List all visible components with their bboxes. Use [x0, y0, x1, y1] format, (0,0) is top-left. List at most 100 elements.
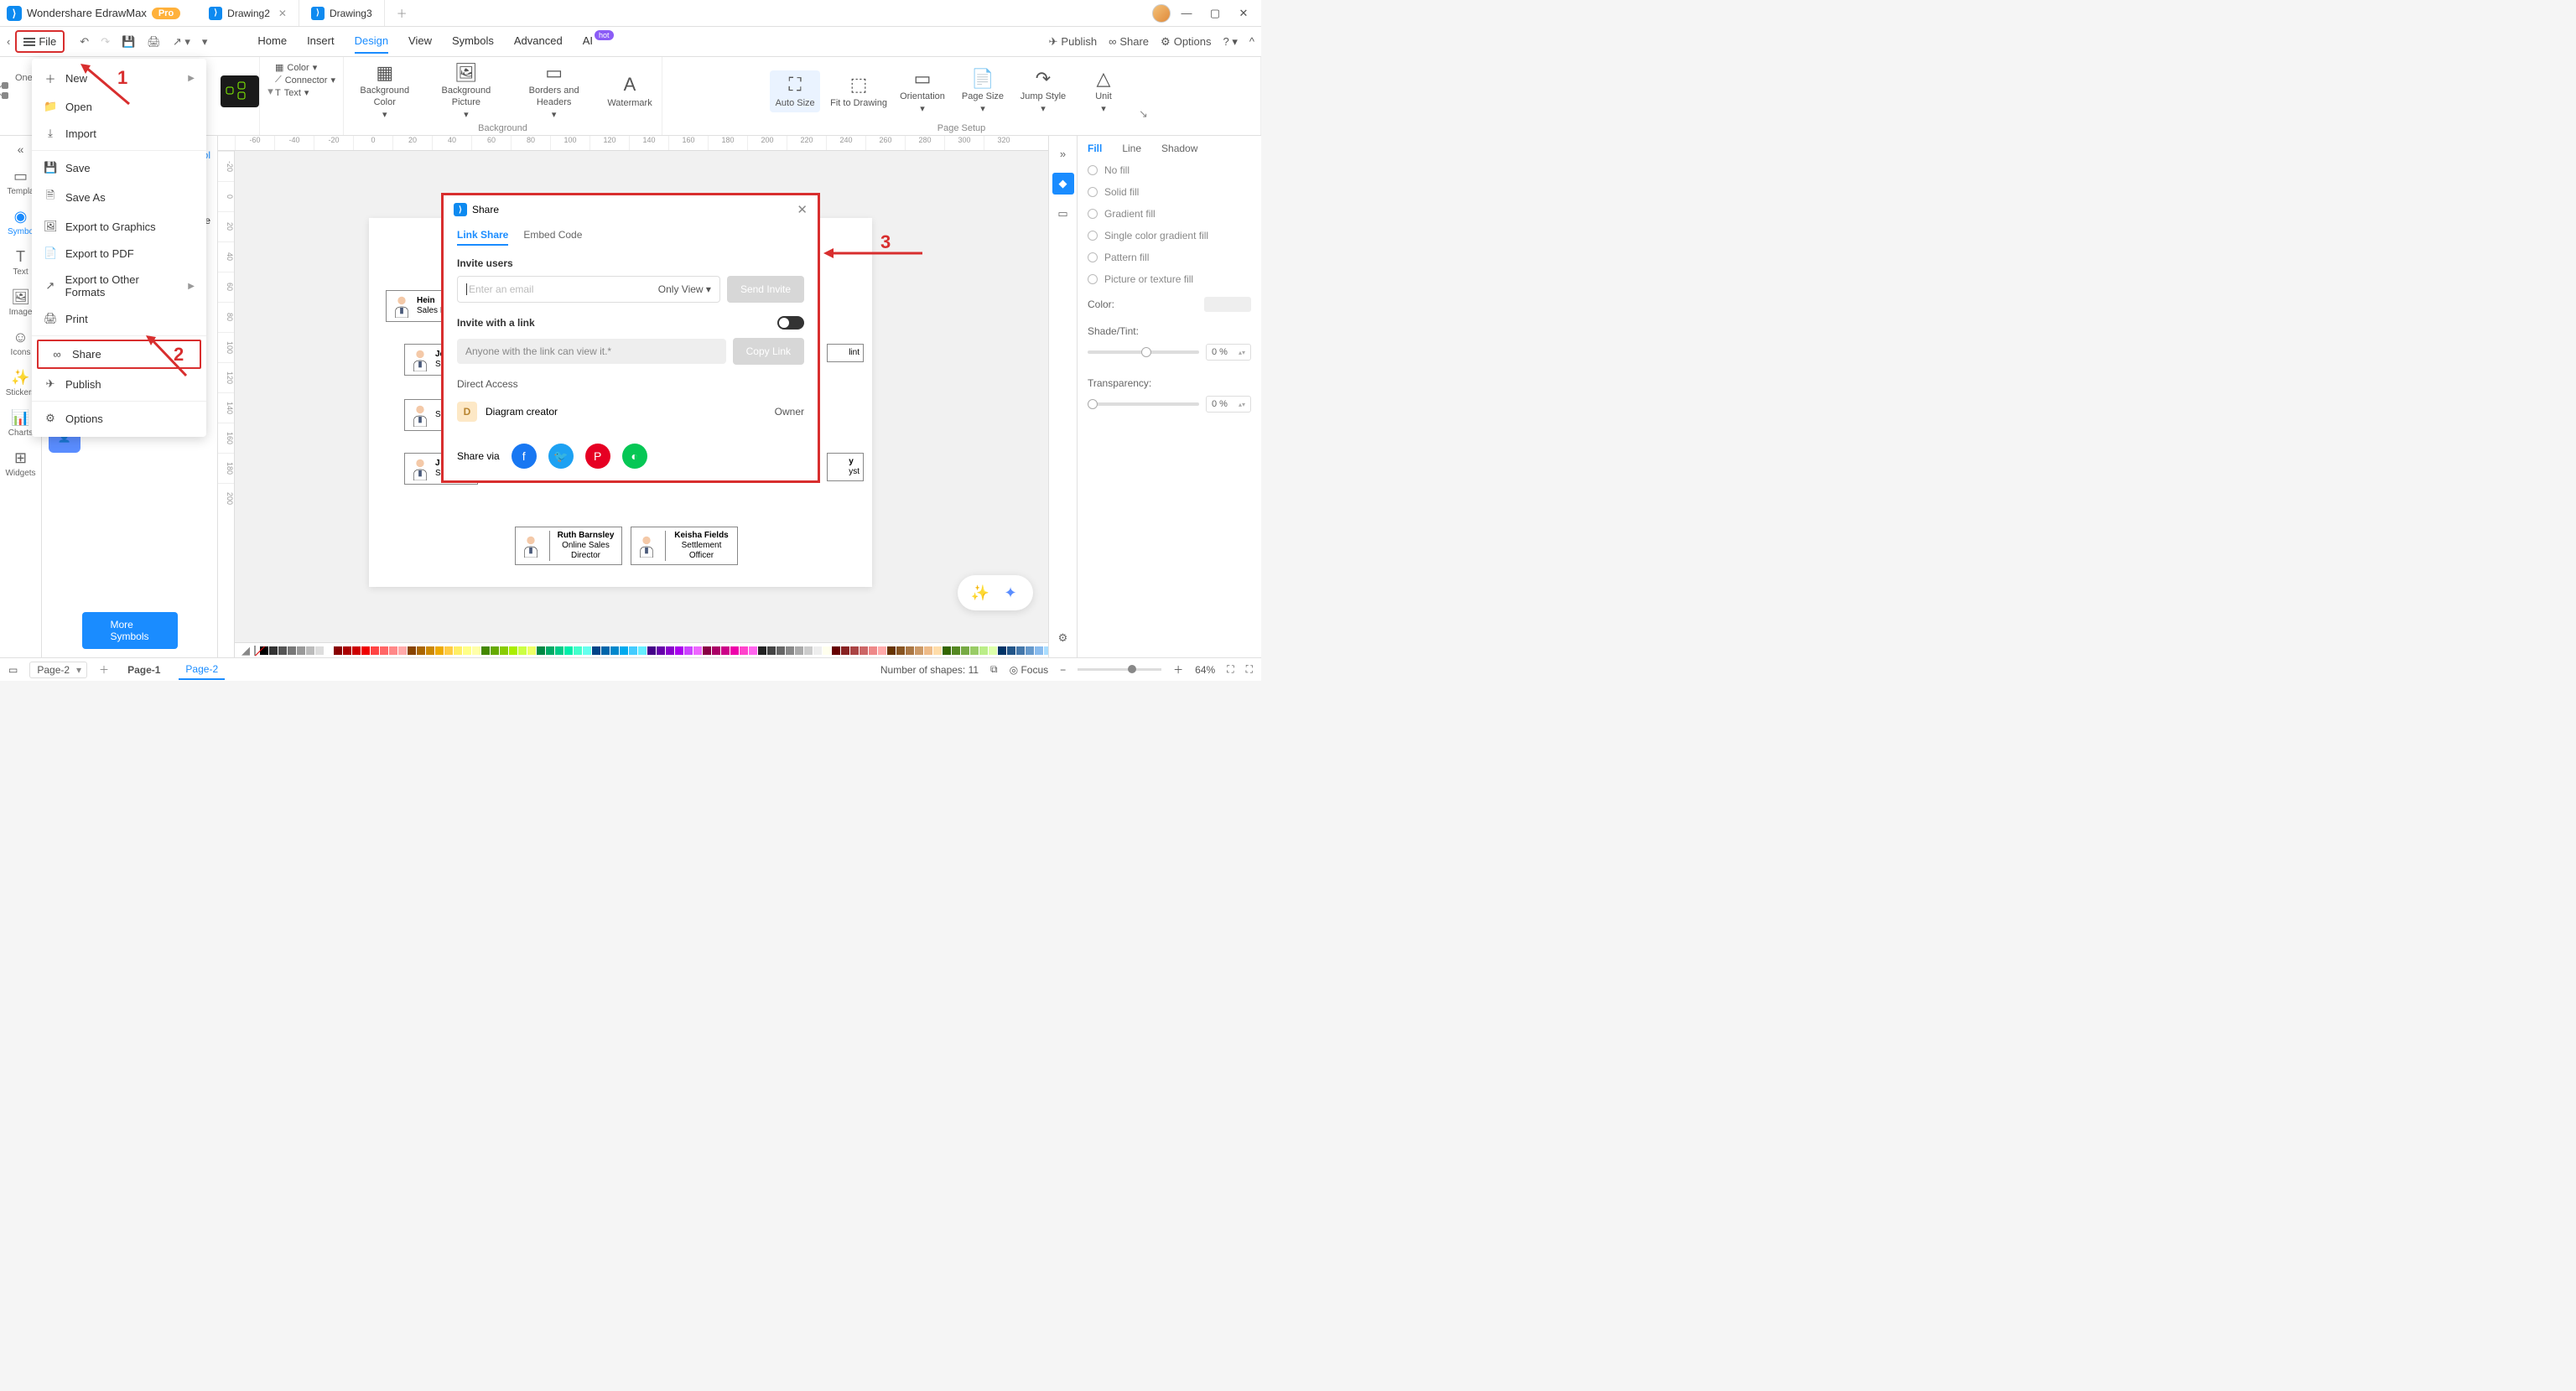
- color-swatch[interactable]: [546, 646, 554, 655]
- color-swatch[interactable]: [924, 646, 932, 655]
- color-swatch[interactable]: [306, 646, 314, 655]
- color-swatch[interactable]: [278, 646, 287, 655]
- background-color-button[interactable]: ▦Background Color▾: [351, 62, 418, 121]
- share-button[interactable]: ∞ Share: [1109, 35, 1149, 48]
- fill-option[interactable]: Gradient fill: [1088, 203, 1251, 225]
- color-swatch[interactable]: [693, 646, 702, 655]
- fullscreen-button[interactable]: ⛶: [1246, 663, 1253, 676]
- color-swatch[interactable]: [325, 646, 333, 655]
- color-swatch[interactable]: [887, 646, 896, 655]
- color-swatch[interactable]: [417, 646, 425, 655]
- unit-button[interactable]: △Unit▾: [1078, 68, 1129, 116]
- tab-ai[interactable]: AIhot: [583, 29, 614, 54]
- color-swatch[interactable]: [786, 646, 794, 655]
- connector-dropdown[interactable]: ⟋ Connector ▾: [275, 75, 335, 86]
- transparency-value[interactable]: 0 %▴▾: [1206, 396, 1251, 413]
- close-icon[interactable]: ✕: [278, 8, 287, 19]
- export-button[interactable]: ↗ ▾: [173, 35, 190, 49]
- color-swatch[interactable]: [979, 646, 988, 655]
- fill-option[interactable]: Solid fill: [1088, 181, 1251, 203]
- color-swatch[interactable]: [1204, 297, 1251, 312]
- color-swatch[interactable]: [869, 646, 877, 655]
- color-swatch[interactable]: [334, 646, 342, 655]
- rail-charts[interactable]: 📊Charts: [8, 409, 33, 438]
- color-swatch[interactable]: [583, 646, 591, 655]
- rail-symbols[interactable]: ◉Symbo: [8, 208, 34, 236]
- color-swatch[interactable]: [380, 646, 388, 655]
- color-swatch[interactable]: [730, 646, 739, 655]
- publish-button[interactable]: ✈ Publish: [1049, 35, 1098, 49]
- rail-templates[interactable]: ▭Templa: [7, 168, 34, 196]
- color-swatch[interactable]: [850, 646, 859, 655]
- add-tab-button[interactable]: ＋: [385, 0, 419, 26]
- collapse-rail-button[interactable]: «: [18, 143, 24, 156]
- tab-view[interactable]: View: [408, 29, 432, 54]
- rail-image[interactable]: 🖼Image: [9, 288, 33, 317]
- color-swatch[interactable]: [315, 646, 324, 655]
- color-swatch[interactable]: [776, 646, 785, 655]
- send-invite-button[interactable]: Send Invite: [727, 276, 804, 303]
- share-tab-embed[interactable]: Embed Code: [523, 229, 582, 246]
- style-panel-button[interactable]: ◆: [1052, 173, 1074, 195]
- color-swatch[interactable]: [638, 646, 647, 655]
- color-swatch[interactable]: [352, 646, 361, 655]
- color-swatch[interactable]: [647, 646, 656, 655]
- fill-option[interactable]: No fill: [1088, 159, 1251, 181]
- tab-design[interactable]: Design: [355, 29, 388, 54]
- rail-icons[interactable]: ☺Icons: [11, 329, 31, 357]
- color-swatch[interactable]: [915, 646, 923, 655]
- background-picture-button[interactable]: 🖼Background Picture▾: [428, 62, 503, 121]
- color-swatch[interactable]: [398, 646, 407, 655]
- link-toggle[interactable]: [777, 316, 804, 330]
- color-swatch[interactable]: [509, 646, 517, 655]
- color-swatch[interactable]: [527, 646, 536, 655]
- color-swatch[interactable]: [361, 646, 370, 655]
- maximize-button[interactable]: ▢: [1202, 2, 1228, 25]
- color-swatch[interactable]: [1035, 646, 1043, 655]
- color-swatch[interactable]: [435, 646, 444, 655]
- color-swatch[interactable]: [832, 646, 840, 655]
- color-swatch[interactable]: [555, 646, 564, 655]
- close-button[interactable]: ✕: [1231, 2, 1256, 25]
- color-swatch[interactable]: [620, 646, 628, 655]
- print-button[interactable]: 🖨: [147, 35, 161, 49]
- org-chart-card[interactable]: Ruth BarnsleyOnline Sales Director: [515, 527, 622, 565]
- color-swatch[interactable]: [666, 646, 674, 655]
- color-swatch[interactable]: [740, 646, 748, 655]
- color-swatch[interactable]: [758, 646, 766, 655]
- color-swatch[interactable]: [371, 646, 379, 655]
- color-swatch[interactable]: [952, 646, 960, 655]
- color-swatch[interactable]: [389, 646, 397, 655]
- color-swatch[interactable]: [518, 646, 527, 655]
- org-chart-card[interactable]: lint: [827, 344, 864, 362]
- org-chart-card[interactable]: yyst: [827, 453, 864, 481]
- dialog-launcher[interactable]: ↘: [1139, 107, 1153, 121]
- add-page-button[interactable]: ＋: [99, 662, 109, 677]
- text-dropdown[interactable]: T Text ▾: [275, 87, 335, 98]
- rail-widgets[interactable]: ⊞Widgets: [5, 449, 35, 478]
- copy-link-button[interactable]: Copy Link: [733, 338, 804, 365]
- file-menu-item[interactable]: 🖨Print: [32, 305, 206, 332]
- color-swatch[interactable]: [1016, 646, 1025, 655]
- color-swatch[interactable]: [878, 646, 886, 655]
- share-tab-link[interactable]: Link Share: [457, 229, 508, 246]
- help-button[interactable]: ? ▾: [1223, 35, 1238, 49]
- user-avatar[interactable]: [1152, 4, 1171, 23]
- color-swatch[interactable]: [896, 646, 905, 655]
- color-swatch[interactable]: [454, 646, 462, 655]
- borders-headers-button[interactable]: ▭Borders and Headers▾: [513, 62, 595, 121]
- rail-text[interactable]: TText: [13, 248, 28, 277]
- fill-option[interactable]: Pattern fill: [1088, 247, 1251, 268]
- file-menu-button[interactable]: File: [15, 30, 65, 53]
- file-menu-item[interactable]: ⤓Import: [32, 120, 206, 147]
- panel-tab-shadow[interactable]: Shadow: [1161, 143, 1197, 154]
- color-swatch[interactable]: [269, 646, 278, 655]
- color-swatch[interactable]: [989, 646, 997, 655]
- facebook-icon[interactable]: f: [512, 444, 537, 469]
- orientation-button[interactable]: ▭Orientation▾: [897, 68, 948, 116]
- color-swatch[interactable]: [463, 646, 471, 655]
- color-swatch[interactable]: [943, 646, 951, 655]
- color-swatch[interactable]: [906, 646, 914, 655]
- color-swatch[interactable]: [426, 646, 434, 655]
- panel-tab-line[interactable]: Line: [1122, 143, 1141, 154]
